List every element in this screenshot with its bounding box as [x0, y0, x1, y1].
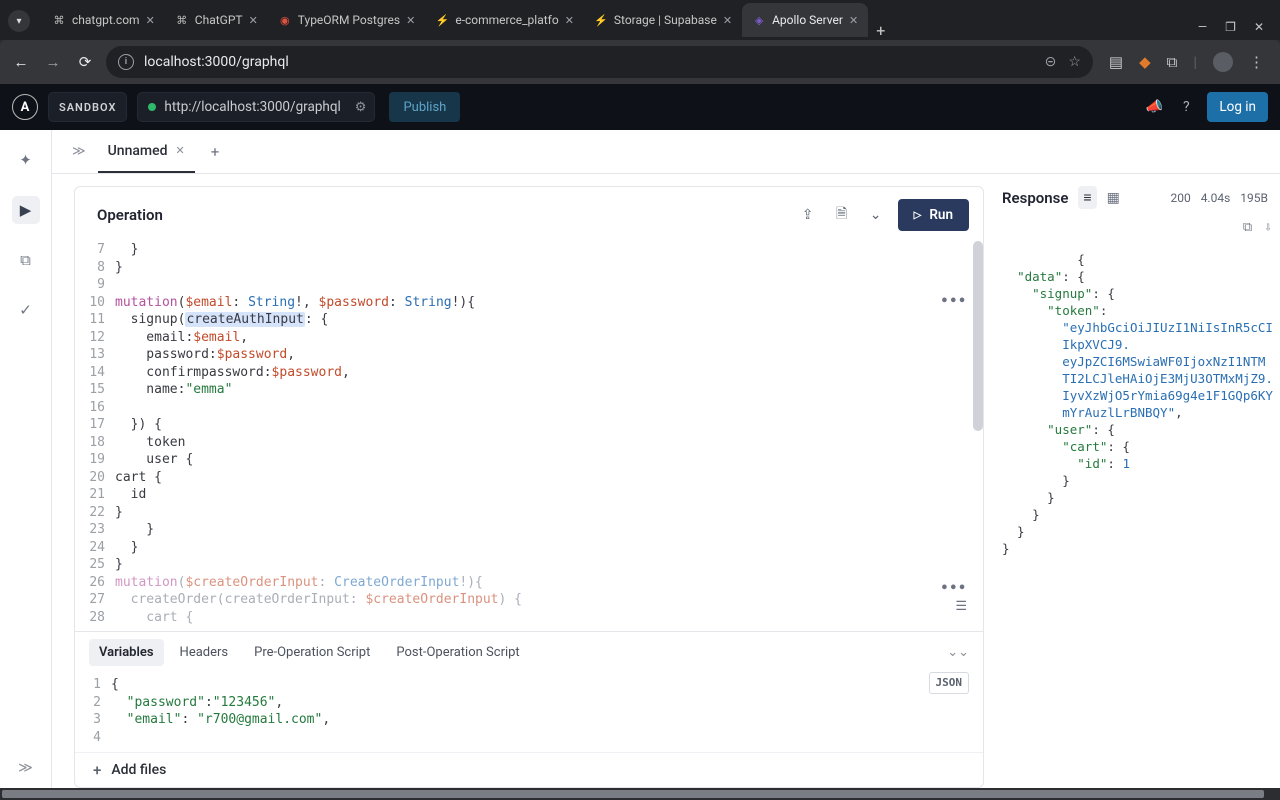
operation-tabs-overflow[interactable]: ≫ [64, 140, 94, 163]
run-button[interactable]: ▷ Run [898, 199, 969, 231]
operation-title: Operation [97, 206, 163, 224]
editor-scrollbar[interactable] [973, 241, 983, 431]
favicon: ◉ [278, 13, 292, 27]
endpoint-settings-icon[interactable]: ⚙ [355, 100, 367, 115]
help-icon[interactable]: ? [1175, 99, 1197, 115]
search-in-page-icon[interactable]: ⊝ [1045, 54, 1057, 70]
run-label: Run [929, 207, 953, 223]
tab-label: ChatGPT [195, 13, 243, 27]
browser-tab-strip: ⌘ chatgpt.com ✕⌘ ChatGPT ✕◉ TypeORM Post… [0, 0, 1280, 40]
line-actions-icon[interactable]: ••• [941, 293, 967, 311]
response-body[interactable]: ⧉ ⇩ { "data": { "signup": { "token": "ey… [996, 217, 1280, 788]
connection-status-dot [148, 103, 156, 111]
profile-avatar[interactable] [1213, 52, 1233, 72]
apollo-header: A SANDBOX http://localhost:3000/graphql … [0, 84, 1280, 130]
bookmark-icon[interactable]: ☆ [1068, 54, 1081, 70]
favicon: ⌘ [175, 13, 189, 27]
close-tab-icon[interactable]: ✕ [723, 14, 732, 27]
browser-tab[interactable]: ⚡ e-commerce_platfo ✕ [425, 3, 584, 37]
rail-expand-icon[interactable]: ≫ [18, 760, 33, 776]
operation-tab-label: Unnamed [108, 143, 168, 159]
nav-forward: → [42, 53, 64, 71]
close-tab-icon[interactable]: ✕ [249, 14, 258, 27]
window-minimize[interactable]: — [1198, 20, 1207, 34]
copy-response-icon[interactable]: ⧉ [1243, 219, 1252, 236]
add-files-label: Add files [111, 762, 166, 778]
tab-search-dropdown[interactable]: ▾ [8, 10, 30, 32]
bottom-tab[interactable]: Variables [89, 639, 164, 666]
response-view-json-icon[interactable]: ≡ [1078, 186, 1096, 209]
site-info-icon[interactable]: i [118, 54, 134, 70]
endpoint-selector[interactable]: http://localhost:3000/graphql ⚙ [137, 92, 375, 122]
operation-menu-chevron[interactable]: ⌄ [864, 207, 888, 223]
tab-label: Storage | Supabase [614, 13, 717, 27]
tab-label: Apollo Server [772, 13, 843, 27]
download-response-icon[interactable]: ⇩ [1264, 219, 1272, 236]
translate-extension-icon[interactable]: ▤ [1109, 53, 1123, 71]
sandbox-badge: SANDBOX [48, 92, 127, 122]
nav-back[interactable]: ← [10, 53, 32, 71]
apollo-logo[interactable]: A [12, 94, 38, 120]
login-button[interactable]: Log in [1207, 92, 1268, 122]
left-rail: ✦ ▶ ⧉ ✓ ≫ [0, 130, 52, 788]
bottom-tab[interactable]: Headers [170, 639, 239, 666]
response-size: 195B [1240, 191, 1268, 205]
variables-editor[interactable]: 1 2 3 4 { "password":"123456", "email": … [75, 672, 983, 752]
plus-icon: + [93, 761, 101, 779]
url-bar[interactable]: i localhost:3000/graphql ⊝ ☆ [106, 46, 1093, 78]
close-tab-icon[interactable]: ✕ [565, 14, 574, 27]
browser-tab[interactable]: ⌘ ChatGPT ✕ [165, 3, 268, 37]
tab-label: chatgpt.com [72, 13, 140, 27]
publish-button[interactable]: Publish [389, 92, 460, 122]
collapse-panel-icon[interactable]: ⌄⌄ [947, 645, 969, 660]
operation-tab-active[interactable]: Unnamed ✕ [98, 130, 195, 173]
prettify-icon[interactable]: ☰ [955, 598, 967, 616]
play-icon: ▷ [914, 210, 922, 221]
json-badge: JSON [929, 672, 970, 694]
announcement-icon[interactable]: 📣 [1143, 99, 1165, 115]
browser-tab[interactable]: ⌘ chatgpt.com ✕ [42, 3, 165, 37]
add-files-button[interactable]: + Add files [75, 752, 983, 787]
tab-label: e-commerce_platfo [455, 13, 558, 27]
close-tab-icon[interactable]: ✕ [406, 14, 415, 27]
rail-schema-icon[interactable]: ✦ [12, 146, 40, 174]
add-operation-tab[interactable]: + [199, 143, 232, 161]
rail-explorer-icon[interactable]: ▶ [12, 196, 40, 224]
operation-tab-bar: ≫ Unnamed ✕ + [52, 130, 1280, 174]
browser-nav-bar: ← → ⟳ i localhost:3000/graphql ⊝ ☆ ▤ ◆ ⧉… [0, 40, 1280, 84]
bottom-tab[interactable]: Pre-Operation Script [244, 639, 380, 666]
metamask-extension-icon[interactable]: ◆ [1139, 53, 1151, 71]
rail-diff-icon[interactable]: ⧉ [12, 246, 40, 274]
new-tab-button[interactable]: + [876, 21, 885, 40]
browser-tab[interactable]: ◈ Apollo Server ✕ [742, 3, 868, 37]
rail-checks-icon[interactable]: ✓ [12, 296, 40, 324]
close-tab-icon[interactable]: ✕ [146, 14, 155, 27]
response-view-table-icon[interactable]: ▦ [1107, 190, 1120, 206]
operation-editor[interactable]: 7 8 9 10 11 12 13 14 15 16 17 18 19 20 2… [75, 241, 983, 631]
response-time: 4.04s [1201, 191, 1231, 205]
nav-reload[interactable]: ⟳ [74, 53, 96, 71]
browser-tab[interactable]: ◉ TypeORM Postgres ✕ [268, 3, 426, 37]
url-text: localhost:3000/graphql [144, 54, 289, 70]
response-status: 200 [1170, 191, 1190, 205]
line-actions-icon[interactable]: ••• [941, 580, 967, 598]
window-maximize[interactable]: ❐ [1225, 20, 1236, 34]
share-operation-icon[interactable]: ⇪ [796, 207, 820, 223]
save-operation-icon[interactable]: 🗎 [830, 203, 854, 227]
browser-tab[interactable]: ⚡ Storage | Supabase ✕ [584, 3, 742, 37]
response-title: Response [1002, 189, 1068, 207]
favicon: ⌘ [52, 13, 66, 27]
viewport-horizontal-scrollbar[interactable] [0, 788, 1280, 800]
bottom-tab[interactable]: Post-Operation Script [386, 639, 529, 666]
favicon: ◈ [752, 13, 766, 27]
browser-menu-icon[interactable]: ⋮ [1249, 53, 1264, 71]
favicon: ⚡ [435, 13, 449, 27]
tab-label: TypeORM Postgres [298, 13, 400, 27]
window-close[interactable]: ✕ [1254, 20, 1264, 34]
extensions-icon[interactable]: ⧉ [1167, 53, 1178, 71]
close-tab-icon[interactable]: ✕ [176, 144, 185, 157]
endpoint-url: http://localhost:3000/graphql [164, 99, 340, 115]
favicon: ⚡ [594, 13, 608, 27]
close-tab-icon[interactable]: ✕ [849, 14, 858, 27]
